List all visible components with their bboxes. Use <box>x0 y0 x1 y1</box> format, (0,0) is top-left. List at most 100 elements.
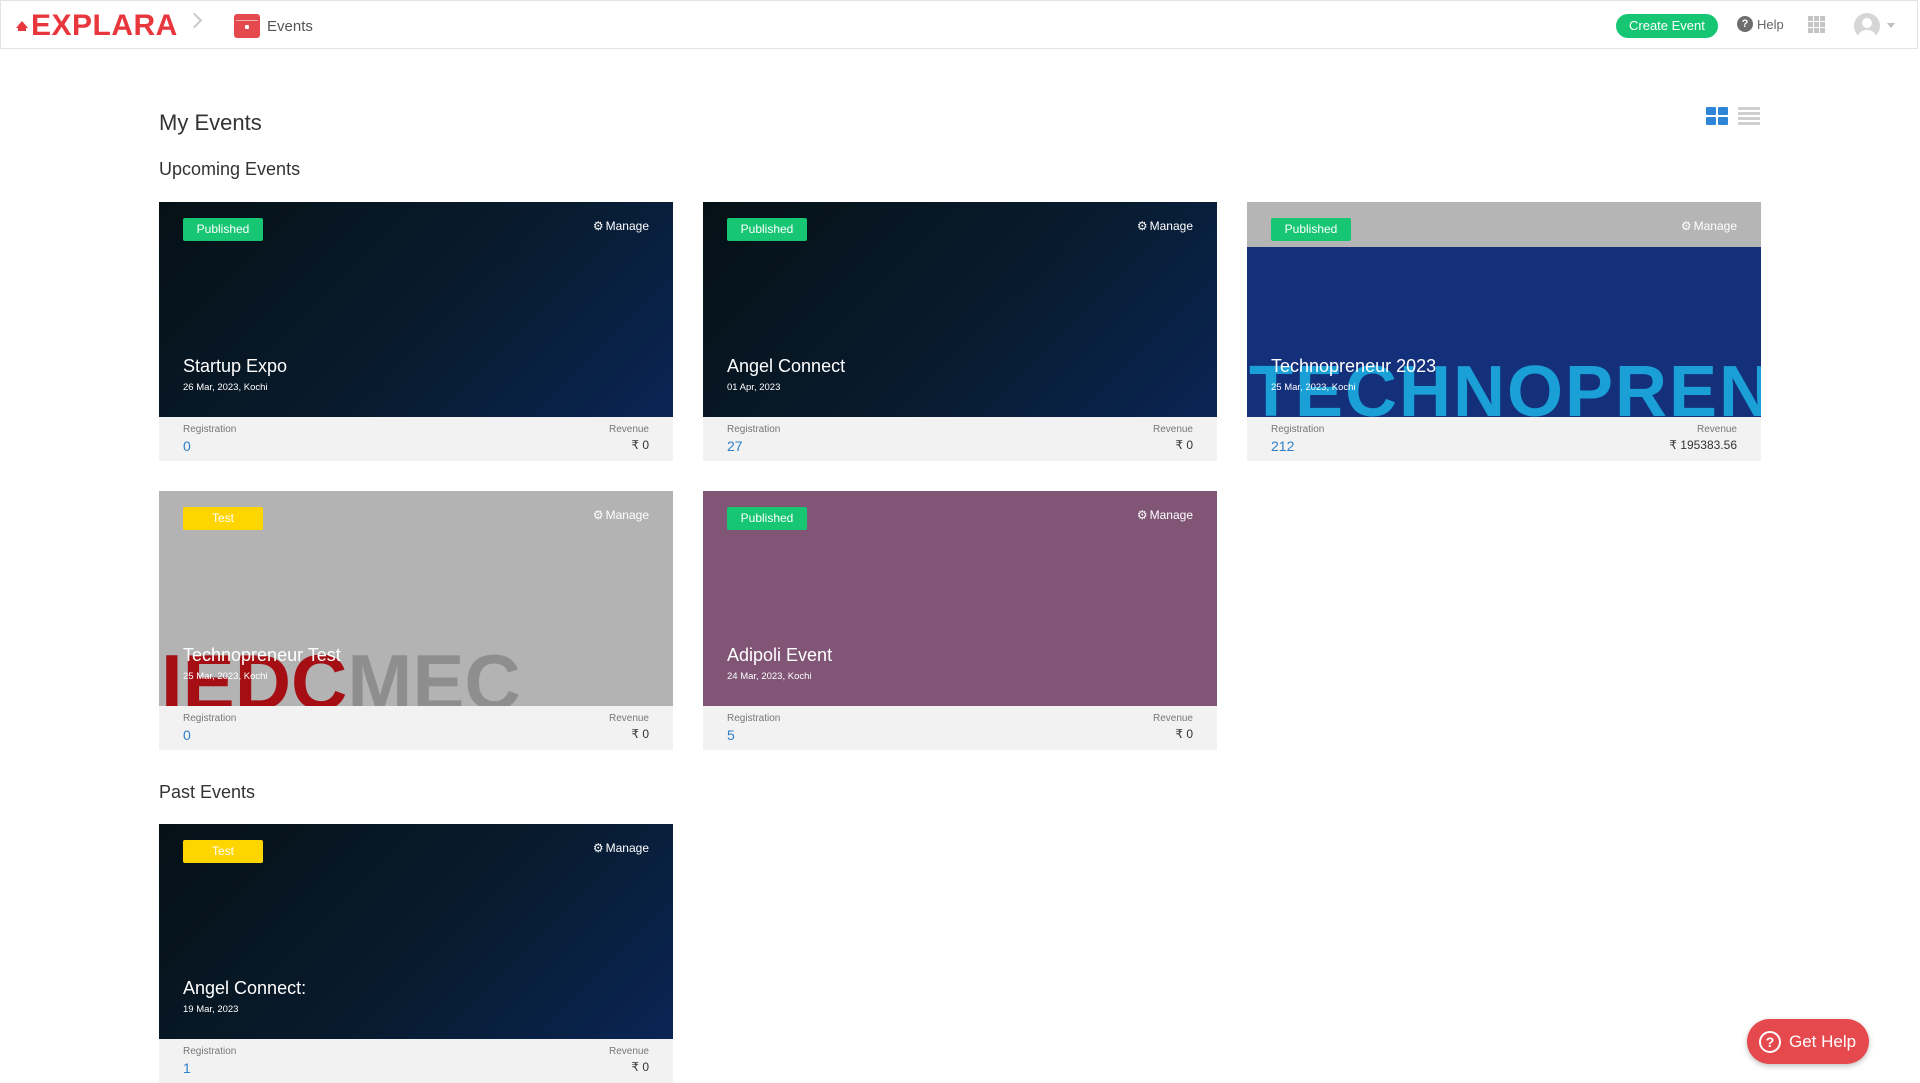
upcoming-events-heading: Upcoming Events <box>159 159 301 179</box>
revenue-label: Revenue <box>1152 713 1193 724</box>
past-events-heading: Past Events <box>159 782 256 802</box>
manage-button[interactable]: ⚙ Manage <box>1137 219 1193 233</box>
status-badge: Published <box>183 218 263 241</box>
get-help-button[interactable]: ? Get Help <box>1747 1019 1869 1064</box>
manage-label: Manage <box>1693 219 1737 233</box>
manage-button[interactable]: ⚙ Manage <box>593 219 649 233</box>
registration-label: Registration <box>183 713 237 724</box>
top-navigation-bar: EXPLARA Events Create Event ? Help <box>0 0 1918 49</box>
revenue-label: Revenue <box>1696 424 1737 435</box>
breadcrumb-chevron-icon <box>186 12 203 29</box>
event-stats: Registration 212 Revenue ₹ 195383.56 <box>1247 417 1761 461</box>
registration-count[interactable]: 1 <box>183 1060 191 1076</box>
grid-view-icon[interactable] <box>1706 107 1728 125</box>
event-name: Angel Connect <box>727 356 846 376</box>
event-name: Technopreneur Test <box>183 645 341 665</box>
event-card-angel-connect[interactable]: Published ⚙ Manage Angel Connect 01 Apr, … <box>703 202 1217 461</box>
event-name: Angel Connect: <box>183 978 307 998</box>
calendar-icon <box>234 14 260 38</box>
event-banner[interactable]: Test ⚙ Manage Angel Connect: 19 Mar, 2023 <box>159 824 673 1039</box>
status-badge: Published <box>727 218 807 241</box>
revenue-label: Revenue <box>1152 424 1193 435</box>
event-date: 24 Mar, 2023, Kochi <box>727 671 812 682</box>
registration-count[interactable]: 0 <box>183 438 191 454</box>
gear-icon: ⚙ <box>592 508 604 522</box>
status-badge: Published <box>1271 218 1351 241</box>
revenue-label: Revenue <box>608 713 649 724</box>
manage-label: Manage <box>605 219 649 233</box>
manage-label: Manage <box>1149 219 1193 233</box>
gear-icon: ⚙ <box>1136 508 1148 522</box>
manage-label: Manage <box>605 508 649 522</box>
revenue-value: ₹ 0 <box>1175 438 1193 452</box>
revenue-label: Revenue <box>608 1046 649 1057</box>
list-view-icon[interactable] <box>1738 107 1760 125</box>
registration-count[interactable]: 0 <box>183 727 191 743</box>
event-card-adipoli-event[interactable]: Published ⚙ Manage Adipoli Event 24 Mar, … <box>703 491 1217 750</box>
event-stats: Registration 5 Revenue ₹ 0 <box>703 706 1217 750</box>
logo-mark-icon <box>16 21 28 31</box>
manage-button[interactable]: ⚙ Manage <box>1137 508 1193 522</box>
event-stats: Registration 0 Revenue ₹ 0 <box>159 417 673 461</box>
create-event-button[interactable]: Create Event <box>1616 14 1718 38</box>
event-banner[interactable]: Published ⚙ Manage Adipoli Event 24 Mar, … <box>703 491 1217 706</box>
apps-grid-icon[interactable] <box>1808 16 1825 33</box>
registration-label: Registration <box>727 424 781 435</box>
help-label: Help <box>1757 16 1784 32</box>
manage-label: Manage <box>1149 508 1193 522</box>
status-badge: Published <box>727 507 807 530</box>
event-card-angel-connect-past[interactable]: Test ⚙ Manage Angel Connect: 19 Mar, 2023… <box>159 824 673 1083</box>
event-date: 19 Mar, 2023 <box>183 1004 239 1015</box>
user-avatar[interactable] <box>1854 13 1880 39</box>
event-card-startup-expo[interactable]: Published ⚙ Manage Startup Expo 26 Mar, 2… <box>159 202 673 461</box>
gear-icon: ⚙ <box>1136 219 1148 233</box>
event-banner[interactable]: TECHNOPRENEUR Published ⚙Manage Technopr… <box>1247 202 1761 417</box>
registration-count[interactable]: 212 <box>1271 438 1294 454</box>
revenue-value: ₹ 0 <box>631 727 649 741</box>
breadcrumb-events[interactable]: Events <box>234 14 313 38</box>
event-card-technopreneur-test[interactable]: IEDCMEC Test ⚙ Manage Technopreneur Test … <box>159 491 673 750</box>
registration-label: Registration <box>1271 424 1325 435</box>
event-name: Adipoli Event <box>727 645 833 665</box>
registration-count[interactable]: 27 <box>727 438 743 454</box>
event-name: Startup Expo <box>183 356 288 376</box>
status-badge: Test <box>183 840 263 863</box>
chevron-down-icon[interactable] <box>1887 23 1895 28</box>
gear-icon: ⚙ <box>592 219 604 233</box>
help-icon: ? <box>1737 16 1753 32</box>
event-banner[interactable]: Published ⚙ Manage Angel Connect 01 Apr, … <box>703 202 1217 417</box>
event-banner[interactable]: Published ⚙ Manage Startup Expo 26 Mar, 2… <box>159 202 673 417</box>
banner-artwork-text-b: MEC <box>347 638 521 706</box>
manage-button[interactable]: ⚙ Manage <box>593 841 649 855</box>
event-date: 01 Apr, 2023 <box>727 382 781 393</box>
registration-count[interactable]: 5 <box>727 727 735 743</box>
explara-logo[interactable]: EXPLARA <box>15 9 178 43</box>
question-circle-icon: ? <box>1759 1030 1781 1053</box>
breadcrumb-label: Events <box>267 17 313 35</box>
gear-icon: ⚙ <box>1680 219 1692 233</box>
event-stats: Registration 27 Revenue ₹ 0 <box>703 417 1217 461</box>
page-title: My Events <box>159 110 262 135</box>
event-name: Technopreneur 2023 <box>1271 356 1437 376</box>
event-stats: Registration 0 Revenue ₹ 0 <box>159 706 673 750</box>
event-date: 26 Mar, 2023, Kochi <box>183 382 268 393</box>
event-banner[interactable]: IEDCMEC Test ⚙ Manage Technopreneur Test … <box>159 491 673 706</box>
manage-label: Manage <box>605 841 649 855</box>
revenue-label: Revenue <box>608 424 649 435</box>
revenue-value: ₹ 0 <box>631 438 649 452</box>
status-badge: Test <box>183 507 263 530</box>
event-stats: Registration 1 Revenue ₹ 0 <box>159 1039 673 1083</box>
event-card-technopreneur-2023[interactable]: TECHNOPRENEUR Published ⚙Manage Technopr… <box>1247 202 1761 461</box>
registration-label: Registration <box>183 1046 237 1057</box>
event-date: 25 Mar, 2023, Kochi <box>1271 382 1356 393</box>
registration-label: Registration <box>727 713 781 724</box>
revenue-value: ₹ 0 <box>631 1060 649 1074</box>
registration-label: Registration <box>183 424 237 435</box>
get-help-label: Get Help <box>1789 1031 1857 1051</box>
manage-button[interactable]: ⚙ Manage <box>1681 219 1737 233</box>
help-link[interactable]: ? Help <box>1737 16 1784 32</box>
brand-name: EXPLARA <box>31 9 178 42</box>
manage-button[interactable]: ⚙ Manage <box>593 508 649 522</box>
revenue-value: ₹ 195383.56 <box>1669 438 1737 452</box>
gear-icon: ⚙ <box>592 841 604 855</box>
